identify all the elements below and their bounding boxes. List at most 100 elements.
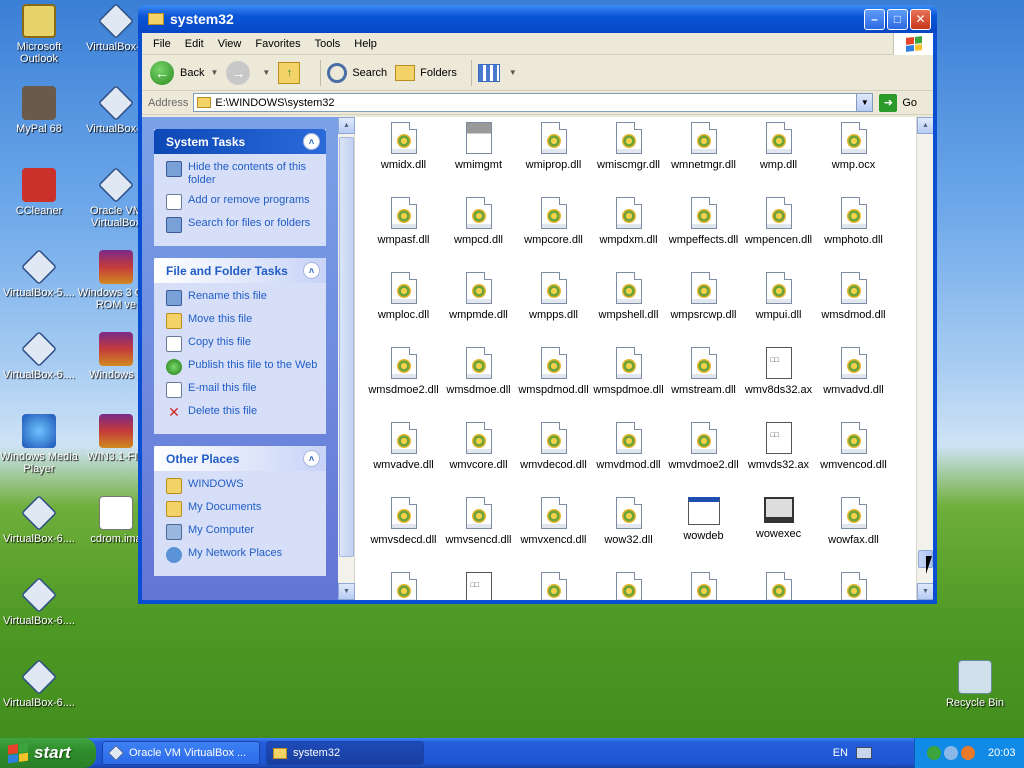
file-item[interactable]: wmpdxm.dll bbox=[591, 194, 666, 269]
file-item[interactable]: wmploc.dll bbox=[366, 269, 441, 344]
file-item[interactable]: wmvds32.ax bbox=[741, 419, 816, 494]
go-button[interactable]: ➜ Go bbox=[879, 93, 917, 112]
scroll-down-button[interactable]: ▼ bbox=[917, 583, 933, 600]
file-item[interactable]: wmvsdecd.dll bbox=[366, 494, 441, 569]
address-dropdown-button[interactable]: ▼ bbox=[856, 94, 873, 111]
up-folder-button[interactable]: ↑ bbox=[278, 61, 306, 84]
taskbar-button-virtualbox[interactable]: Oracle VM VirtualBox ... bbox=[102, 741, 260, 765]
file-item[interactable]: wmsdmoe2.dll bbox=[366, 344, 441, 419]
network-tray-icon[interactable] bbox=[927, 746, 941, 760]
chevron-down-icon[interactable]: ▼ bbox=[210, 68, 218, 77]
file-item[interactable]: wmimgmt bbox=[441, 119, 516, 194]
taskbar-button-system32[interactable]: system32 bbox=[266, 741, 424, 765]
file-item[interactable]: wmvadve.dll bbox=[366, 419, 441, 494]
file-item[interactable]: wmvxencd.dll bbox=[516, 494, 591, 569]
file-item[interactable]: wmsdmoe.dll bbox=[441, 344, 516, 419]
file-item[interactable]: wowfax.dll bbox=[816, 494, 891, 569]
file-item[interactable]: wmpsrcwp.dll bbox=[666, 269, 741, 344]
place-my-documents[interactable]: My Documents bbox=[166, 501, 318, 517]
minimize-button[interactable]: – bbox=[864, 8, 885, 30]
left-scrollbar[interactable]: ▲ ▼ bbox=[338, 117, 355, 600]
file-item[interactable] bbox=[741, 569, 816, 600]
task-email-file[interactable]: E-mail this file bbox=[166, 382, 318, 398]
desktop-icon-ccleaner[interactable]: CCleaner bbox=[0, 168, 78, 217]
desktop-icon-recycle-bin[interactable]: Recycle Bin bbox=[936, 660, 1014, 709]
file-item[interactable] bbox=[516, 569, 591, 600]
file-item[interactable]: wmvsencd.dll bbox=[441, 494, 516, 569]
collapse-icon[interactable]: ˄ bbox=[303, 262, 320, 279]
security-tray-icon[interactable] bbox=[961, 746, 975, 760]
forward-button[interactable]: → ▼ bbox=[226, 60, 270, 85]
task-add-remove-programs[interactable]: Add or remove programs bbox=[166, 194, 318, 210]
clock[interactable]: 20:03 bbox=[988, 747, 1016, 759]
system-tasks-header[interactable]: System Tasks ˄ bbox=[154, 129, 326, 154]
language-indicator[interactable]: EN bbox=[833, 747, 872, 759]
desktop-icon-virtualbox[interactable]: VirtualBox-6.... bbox=[0, 576, 78, 627]
title-bar[interactable]: system32 – □ ✕ bbox=[138, 5, 937, 33]
file-item[interactable]: wmstream.dll bbox=[666, 344, 741, 419]
file-item[interactable]: wmvdmoe2.dll bbox=[666, 419, 741, 494]
menu-help[interactable]: Help bbox=[347, 38, 384, 50]
file-item[interactable]: wmsdmod.dll bbox=[816, 269, 891, 344]
menu-file[interactable]: File bbox=[146, 38, 178, 50]
task-hide-contents[interactable]: Hide the contents of this folder bbox=[166, 161, 318, 187]
task-search-files[interactable]: Search for files or folders bbox=[166, 217, 318, 233]
task-delete-file[interactable]: ✕ Delete this file bbox=[166, 405, 318, 421]
file-item[interactable]: wmvencod.dll bbox=[816, 419, 891, 494]
menu-edit[interactable]: Edit bbox=[178, 38, 211, 50]
file-item[interactable]: wmiscmgr.dll bbox=[591, 119, 666, 194]
file-item[interactable]: wmvdecod.dll bbox=[516, 419, 591, 494]
back-button[interactable]: ← Back ▼ bbox=[150, 60, 218, 85]
desktop-icon-outlook[interactable]: Microsoft Outlook bbox=[0, 4, 78, 65]
file-item[interactable]: wmpcd.dll bbox=[441, 194, 516, 269]
vertical-scrollbar[interactable]: ▲ ▼ bbox=[916, 117, 933, 600]
file-item[interactable]: wmidx.dll bbox=[366, 119, 441, 194]
file-item[interactable]: wmvdmod.dll bbox=[591, 419, 666, 494]
task-copy-file[interactable]: Copy this file bbox=[166, 336, 318, 352]
task-rename-file[interactable]: Rename this file bbox=[166, 290, 318, 306]
file-item[interactable]: wmvcore.dll bbox=[441, 419, 516, 494]
scroll-thumb[interactable] bbox=[339, 137, 354, 557]
task-publish-web[interactable]: Publish this file to the Web bbox=[166, 359, 318, 375]
collapse-icon[interactable]: ˄ bbox=[303, 133, 320, 150]
file-item[interactable]: wmphoto.dll bbox=[816, 194, 891, 269]
file-item[interactable] bbox=[666, 569, 741, 600]
start-button[interactable]: start bbox=[0, 738, 96, 768]
file-item[interactable]: wmp.ocx bbox=[816, 119, 891, 194]
file-item[interactable]: wmpps.dll bbox=[516, 269, 591, 344]
file-item[interactable] bbox=[816, 569, 891, 600]
file-item[interactable]: wow32.dll bbox=[591, 494, 666, 569]
file-item[interactable]: wowdeb bbox=[666, 494, 741, 569]
close-button[interactable]: ✕ bbox=[910, 8, 931, 30]
file-item[interactable]: wmspdmoe.dll bbox=[591, 344, 666, 419]
file-item[interactable]: wmpeffects.dll bbox=[666, 194, 741, 269]
file-item[interactable]: wmpencen.dll bbox=[741, 194, 816, 269]
address-input[interactable]: E:\WINDOWS\system32 ▼ bbox=[193, 93, 874, 112]
menu-favorites[interactable]: Favorites bbox=[248, 38, 307, 50]
file-item[interactable]: wmnetmgr.dll bbox=[666, 119, 741, 194]
desktop-icon-mypal[interactable]: MyPal 68 bbox=[0, 86, 78, 135]
file-item[interactable]: wmiprop.dll bbox=[516, 119, 591, 194]
desktop-icon-virtualbox[interactable]: VirtualBox-6.... bbox=[0, 658, 78, 709]
folders-button[interactable]: Folders bbox=[395, 64, 457, 81]
scroll-up-button[interactable]: ▲ bbox=[917, 117, 933, 134]
search-button[interactable]: Search bbox=[327, 62, 387, 83]
volume-tray-icon[interactable] bbox=[944, 746, 958, 760]
menu-tools[interactable]: Tools bbox=[308, 38, 348, 50]
file-item[interactable]: wmpasf.dll bbox=[366, 194, 441, 269]
file-item[interactable]: wmp.dll bbox=[741, 119, 816, 194]
views-button[interactable]: ▼ bbox=[477, 63, 517, 82]
desktop-icon-virtualbox[interactable]: VirtualBox-6.... bbox=[0, 330, 78, 381]
file-item[interactable] bbox=[366, 569, 441, 600]
menu-view[interactable]: View bbox=[211, 38, 249, 50]
maximize-button[interactable]: □ bbox=[887, 8, 908, 30]
collapse-icon[interactable]: ˄ bbox=[303, 450, 320, 467]
file-item[interactable]: wmpcore.dll bbox=[516, 194, 591, 269]
file-item[interactable]: wmspdmod.dll bbox=[516, 344, 591, 419]
desktop-icon-virtualbox[interactable]: VirtualBox-5.... bbox=[0, 248, 78, 299]
desktop-icon-media-player[interactable]: Windows Media Player bbox=[0, 414, 78, 475]
file-item[interactable]: wmpshell.dll bbox=[591, 269, 666, 344]
file-item[interactable] bbox=[591, 569, 666, 600]
place-my-network-places[interactable]: My Network Places bbox=[166, 547, 318, 563]
file-item[interactable]: wmv8ds32.ax bbox=[741, 344, 816, 419]
